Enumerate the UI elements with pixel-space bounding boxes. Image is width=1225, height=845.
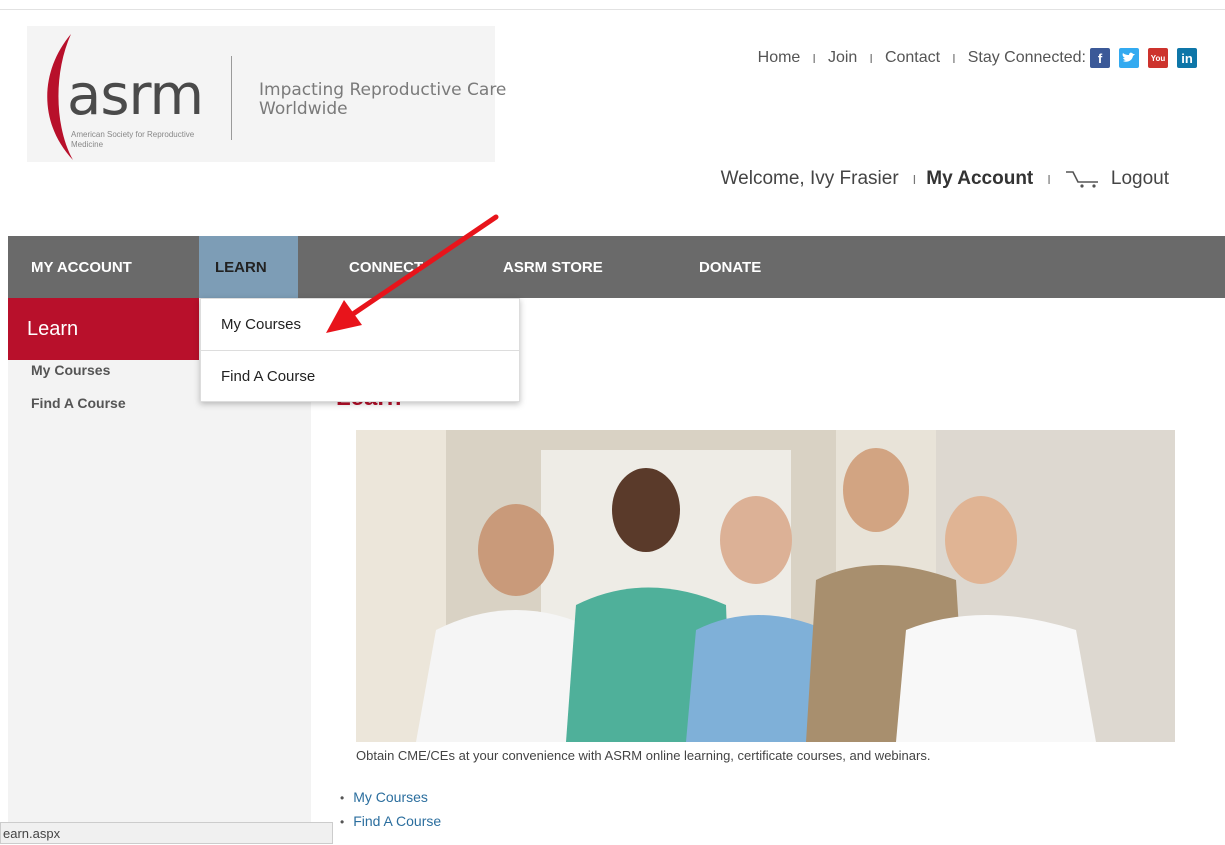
twitter-icon[interactable]	[1119, 48, 1139, 68]
nav-asrm-store[interactable]: ASRM STORE	[443, 236, 639, 298]
youtube-icon[interactable]: You	[1148, 48, 1168, 68]
sidebar-heading: Learn	[8, 298, 199, 360]
browser-status-bar: earn.aspx	[0, 822, 333, 844]
separator: I	[1047, 171, 1051, 187]
page-caption: Obtain CME/CEs at your convenience with …	[356, 748, 931, 763]
sidebar-item-find-a-course[interactable]: Find A Course	[31, 395, 126, 428]
site-logo[interactable]: asrm American Society for Reproductive M…	[27, 26, 506, 162]
course-links: My Courses Find A Course	[340, 786, 441, 834]
top-border	[0, 0, 1225, 10]
my-account-link[interactable]: My Account	[926, 168, 1033, 190]
hero-image	[356, 430, 1175, 742]
main-nav: MY ACCOUNT LEARN CONNECT ASRM STORE DONA…	[8, 236, 1225, 298]
linkedin-icon[interactable]: in	[1177, 48, 1197, 68]
nav-learn[interactable]: LEARN	[199, 236, 298, 298]
menu-item-my-courses[interactable]: My Courses	[201, 299, 519, 350]
home-link[interactable]: Home	[758, 49, 801, 67]
logout-link[interactable]: Logout	[1111, 168, 1169, 190]
menu-item-find-a-course[interactable]: Find A Course	[201, 350, 519, 402]
social-icons: f You in	[1090, 48, 1197, 68]
cart-icon[interactable]	[1065, 169, 1101, 189]
logo-wordmark: asrm	[67, 63, 204, 128]
nav-my-account[interactable]: MY ACCOUNT	[8, 236, 199, 298]
nav-donate[interactable]: DONATE	[639, 236, 761, 298]
facebook-icon[interactable]: f	[1090, 48, 1110, 68]
welcome-text: Welcome, Ivy Frasier	[720, 168, 899, 189]
logo-divider	[231, 56, 232, 140]
stay-connected-label: Stay Connected:	[967, 49, 1086, 66]
separator: I	[869, 50, 873, 66]
separator: I	[952, 50, 956, 66]
contact-link[interactable]: Contact	[885, 49, 940, 67]
learn-dropdown-menu: My Courses Find A Course	[200, 298, 520, 402]
separator: I	[812, 50, 816, 66]
nav-connect[interactable]: CONNECT	[298, 236, 443, 298]
sidebar-links: My Courses Find A Course	[31, 362, 126, 428]
logo-tagline: Impacting Reproductive Care Worldwide	[259, 80, 507, 119]
account-bar: Welcome, Ivy Frasier I My Account I Logo…	[721, 168, 1169, 190]
separator: I	[912, 171, 917, 187]
utility-links: Home I Join I Contact I Stay Connected: …	[758, 48, 1197, 68]
logo-subtitle: American Society for Reproductive Medici…	[71, 130, 195, 149]
list-item-my-courses[interactable]: My Courses	[340, 786, 441, 810]
join-link[interactable]: Join	[828, 49, 857, 67]
sidebar-item-my-courses[interactable]: My Courses	[31, 362, 126, 395]
list-item-find-a-course[interactable]: Find A Course	[340, 810, 441, 834]
